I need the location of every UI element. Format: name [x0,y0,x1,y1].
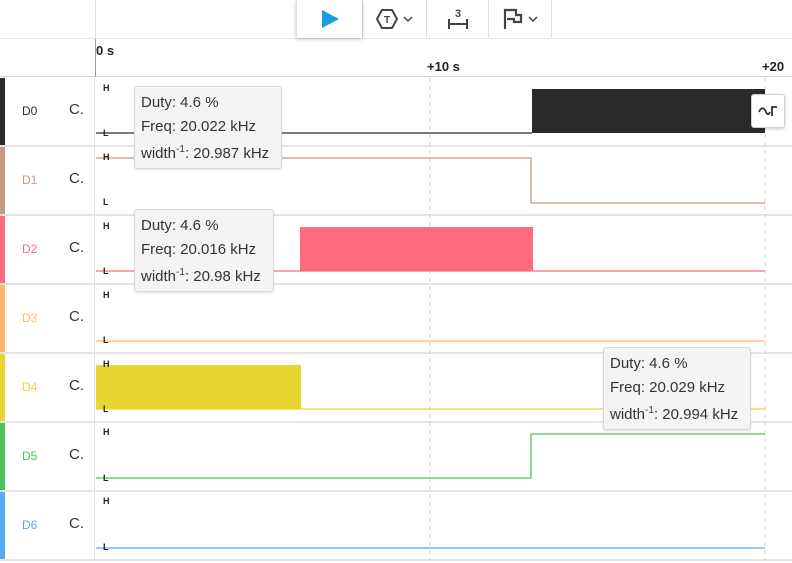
width-value: width-1: 20.994 kHz [610,405,739,423]
level-low: L [103,404,109,414]
level-low: L [103,473,109,483]
play-icon [321,10,339,28]
signal-burst-d4 [96,365,301,409]
level-low: L [103,197,109,207]
level-high: H [103,152,110,162]
width-value: width-1: 20.987 kHz [141,144,270,162]
level-high: H [103,496,110,506]
measurement-tooltip: Duty: 4.6 % Freq: 20.029 kHz width-1: 20… [603,347,751,430]
level-low: L [103,542,109,552]
edge-icon [758,106,777,116]
level-high: H [103,359,110,369]
level-low: L [103,128,109,138]
level-high: H [103,290,110,300]
level-high: H [103,83,110,93]
signal-burst-d2 [300,227,533,271]
level-low: L [103,335,109,345]
level-high: H [103,221,110,231]
level-high: H [103,427,110,437]
signal-burst-d0 [532,89,765,133]
duty-value: Duty: 4.6 % [610,355,688,372]
measurement-tooltip: Duty: 4.6 % Freq: 20.022 kHz width-1: 20… [134,86,282,169]
width-value: width-1: 20.98 kHz [141,267,261,285]
waveform-area[interactable] [0,0,792,563]
freq-value: Freq: 20.016 kHz [141,240,257,258]
freq-value: Freq: 20.022 kHz [141,117,257,135]
level-low: L [103,266,109,276]
play-button[interactable] [296,0,362,38]
duty-value: Duty: 4.6 % [141,217,219,234]
edge-measure-button[interactable] [751,94,785,128]
freq-value: Freq: 20.029 kHz [610,378,726,396]
duty-value: Duty: 4.6 % [141,94,219,111]
measurement-tooltip: Duty: 4.6 % Freq: 20.016 kHz width-1: 20… [134,209,274,292]
